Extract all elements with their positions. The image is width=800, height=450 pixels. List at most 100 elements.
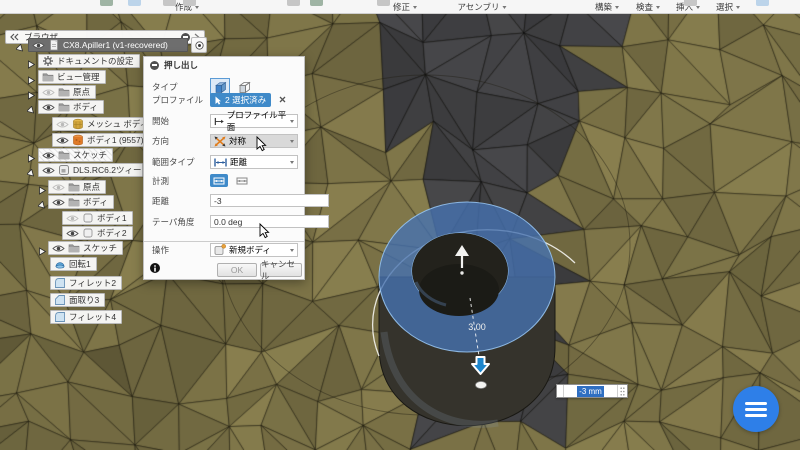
toolbar-menu[interactable]: 修正 [393, 1, 417, 13]
visibility-eye-icon[interactable] [66, 229, 79, 238]
expand-open-icon[interactable] [38, 201, 47, 211]
tree-item-bar[interactable]: CX8.Apiller1 (v1-recovered) [28, 38, 188, 52]
marking-menu-button[interactable] [733, 386, 779, 432]
extent-dropdown[interactable]: 距離 [210, 155, 298, 169]
ok-button[interactable]: OK [217, 263, 257, 277]
visibility-eye-icon[interactable] [56, 136, 69, 145]
expand-closed-icon[interactable] [38, 186, 47, 196]
tree-item-bar[interactable]: 回転1 [50, 257, 97, 271]
tree-item-label: ビュー管理 [57, 71, 100, 83]
tree-expand-arrow[interactable] [27, 166, 36, 184]
measure-label: 計測 [152, 175, 210, 187]
visibility-eye-icon[interactable] [42, 166, 55, 175]
measure-whole-button[interactable] [233, 174, 251, 187]
dimbox-left-grip[interactable] [557, 385, 564, 397]
tree-item-bar[interactable]: DLS.RC6.2ツィーター v [38, 163, 143, 177]
toolbar-icon-partial[interactable] [377, 0, 390, 6]
toolbar-menu[interactable]: 検査 [636, 1, 660, 13]
profile-selection-chip[interactable]: 2 選択済み [210, 93, 271, 107]
distance-value-box[interactable]: -3 mm [556, 384, 628, 398]
toolbar-icon-partial[interactable] [684, 0, 697, 6]
tree-item-bar[interactable]: スケッチ [38, 148, 113, 162]
tree-item-bar[interactable]: ビュー管理 [38, 70, 106, 84]
measure-half-button[interactable] [210, 174, 228, 187]
toolbar-icon-partial[interactable] [183, 0, 196, 6]
tree-item-bar[interactable]: ボディ [38, 100, 104, 114]
tree-expand-arrow[interactable] [38, 198, 47, 216]
distance-box-value[interactable]: -3 mm [577, 386, 604, 397]
activate-component-radio[interactable] [191, 37, 207, 53]
tree-item-bar[interactable]: フィレット4 [50, 310, 122, 324]
tree-item-label: ボディ1 (9557) [87, 134, 144, 146]
toolbar-icon-partial[interactable] [756, 0, 769, 6]
visibility-eye-icon[interactable] [32, 41, 45, 50]
taper-angle-input[interactable] [210, 215, 329, 228]
folder-icon [68, 196, 80, 208]
toolbar-icon-partial[interactable] [287, 0, 300, 6]
collapse-left-icon[interactable] [10, 33, 20, 41]
tree-item-bar[interactable]: ドキュメントの設定 [38, 54, 140, 68]
chevron-down-icon [615, 6, 619, 9]
direction-dropdown[interactable]: 対称 [210, 134, 298, 148]
top-toolbar: 作成修正アセンブリ構築検査挿入選択 [0, 0, 800, 14]
distance-input[interactable] [210, 194, 329, 207]
toolbar-icon-partial[interactable] [100, 0, 113, 6]
toolbar-menu[interactable]: アセンブリ [457, 1, 506, 13]
tree-item-label: ボディ2 [97, 227, 127, 239]
expand-closed-icon[interactable] [27, 60, 36, 70]
direction-value: 対称 [229, 135, 246, 147]
start-dropdown[interactable]: プロファイル平面 [210, 114, 298, 128]
expand-closed-icon[interactable] [27, 76, 36, 86]
tree-expand-arrow[interactable] [16, 41, 25, 59]
tree-expand-arrow[interactable] [38, 244, 47, 262]
tree-item-bar[interactable]: ボディ [48, 195, 114, 209]
operation-dropdown[interactable]: 新規ボディ [210, 243, 298, 257]
expand-open-icon[interactable] [27, 106, 36, 116]
expand-open-icon[interactable] [16, 44, 25, 54]
visibility-eye-icon[interactable] [52, 244, 65, 253]
visibility-eye-icon[interactable] [42, 151, 55, 160]
dimbox-drag-grip[interactable] [617, 385, 627, 397]
toolbar-menu[interactable]: 選択 [716, 1, 740, 13]
toolbar-icon-partial[interactable] [128, 0, 141, 6]
toolbar-menu[interactable]: 構築 [595, 1, 619, 13]
new-body-icon [214, 244, 226, 256]
dialog-handle-icon[interactable] [150, 61, 159, 70]
expand-closed-icon[interactable] [27, 154, 36, 164]
tree-item-bar[interactable]: 原点 [48, 180, 106, 194]
tree-item-bar[interactable]: ボディ1 (9557) [52, 133, 150, 147]
tree-item-bar[interactable]: 面取り3 [50, 293, 105, 307]
cancel-button[interactable]: キャンセル [260, 263, 302, 277]
visibility-eye-icon[interactable] [42, 103, 55, 112]
tree-expand-arrow[interactable] [27, 103, 36, 121]
tree-item-bar[interactable]: ボディ1 [62, 211, 133, 225]
expand-closed-icon[interactable] [38, 247, 47, 257]
tree-item-bar[interactable]: ボディ2 [62, 226, 133, 240]
visibility-eye-icon[interactable] [52, 183, 65, 192]
chevron-down-icon [290, 161, 294, 164]
info-icon[interactable] [150, 263, 160, 273]
tree-item-label: CX8.Apiller1 (v1-recovered) [63, 40, 168, 50]
visibility-eye-icon[interactable] [56, 120, 69, 129]
close-x-icon [279, 96, 286, 103]
document-icon [48, 39, 60, 51]
dialog-header[interactable]: 押し出し [144, 57, 304, 73]
dialog-title: 押し出し [164, 59, 198, 71]
profile-plane-icon [214, 117, 224, 126]
visibility-eye-icon[interactable] [66, 214, 79, 223]
tree-item-bar[interactable]: スケッチ [48, 241, 123, 255]
toolbar-icon-partial[interactable] [163, 0, 176, 6]
toolbar-icon-partial[interactable] [310, 0, 323, 6]
start-label: 開始 [152, 115, 210, 127]
hamburger-menu-icon [745, 414, 767, 417]
type-label: タイプ [152, 81, 210, 93]
tree-item-bar[interactable]: 原点 [38, 85, 96, 99]
visibility-eye-icon[interactable] [52, 198, 65, 207]
cursor-select-icon [215, 96, 222, 105]
expand-closed-icon[interactable] [27, 91, 36, 101]
extrude-dialog[interactable]: 押し出し タイプ プロファイル [143, 56, 305, 280]
expand-open-icon[interactable] [27, 169, 36, 179]
profile-clear-button[interactable] [279, 95, 286, 105]
tree-item-bar[interactable]: フィレット2 [50, 276, 122, 290]
visibility-eye-icon[interactable] [42, 88, 55, 97]
